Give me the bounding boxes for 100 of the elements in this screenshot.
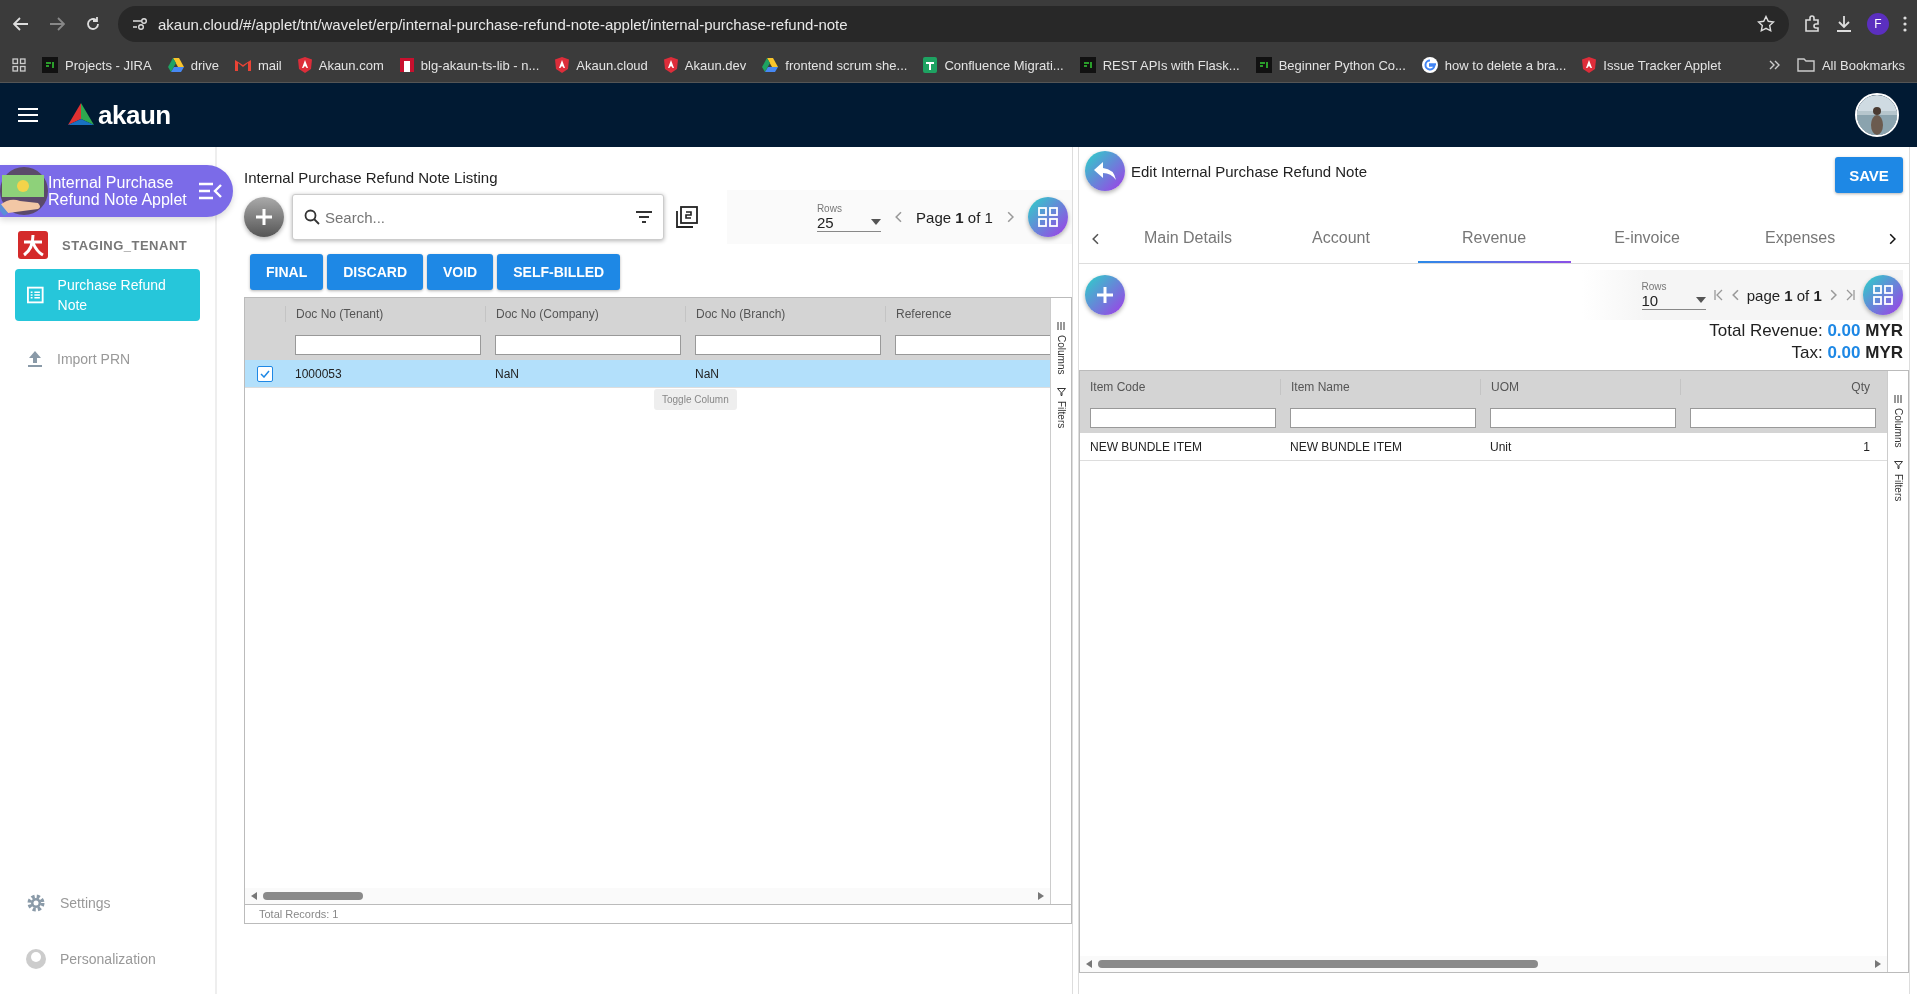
column-filter-field[interactable] <box>895 335 1050 355</box>
person-icon <box>26 949 46 969</box>
menu-icon[interactable] <box>18 107 38 123</box>
all-bookmarks-link[interactable]: All Bookmarks <box>1796 57 1905 73</box>
scroll-right-icon[interactable] <box>1038 892 1044 900</box>
column-header[interactable]: Doc No (Branch) <box>685 306 885 322</box>
toggle-column-icon[interactable] <box>676 206 698 228</box>
bookmark-link[interactable]: Issue Tracker Applet <box>1582 57 1722 73</box>
table-row[interactable]: NEW BUNDLE ITEM NEW BUNDLE ITEM Unit 1 <box>1080 433 1887 461</box>
bookmark-link[interactable]: Projects - JIRA <box>42 57 152 73</box>
column-filter-field[interactable] <box>1490 408 1676 428</box>
action-button[interactable]: VOID <box>427 254 494 290</box>
layout-button[interactable] <box>1028 197 1068 237</box>
table-cell: Unit <box>1490 439 1512 454</box>
action-button[interactable]: FINAL <box>250 254 324 290</box>
rows-select[interactable]: Rows 25 <box>816 202 881 232</box>
table-cell: 1 <box>1863 439 1870 454</box>
scroll-left-icon[interactable] <box>251 892 257 900</box>
save-button[interactable]: SAVE <box>1835 157 1903 193</box>
column-filter-field[interactable] <box>695 335 881 355</box>
search-field[interactable]: Search... <box>292 194 664 240</box>
back-icon[interactable] <box>13 17 29 31</box>
download-icon[interactable] <box>1835 15 1853 33</box>
side-panel-tab[interactable]: Columns <box>1892 395 1904 448</box>
shield-icon <box>297 57 312 73</box>
bookmark-link[interactable]: mail <box>234 57 282 73</box>
side-panel-tab[interactable]: Columns <box>1055 322 1067 375</box>
row-checkbox[interactable] <box>257 365 273 382</box>
puzzle-icon[interactable] <box>1803 15 1821 33</box>
horizontal-scrollbar[interactable] <box>245 888 1050 904</box>
editor-title: Edit Internal Purchase Refund Note <box>1131 163 1367 180</box>
rows-select[interactable]: Rows 10 <box>1641 280 1706 310</box>
next-page-icon[interactable] <box>1829 289 1837 301</box>
column-header[interactable]: Doc No (Tenant) <box>285 306 485 322</box>
action-button[interactable]: DISCARD <box>327 254 423 290</box>
bookmark-link[interactable]: Akaun.cloud <box>555 57 648 73</box>
add-button[interactable] <box>1085 275 1125 315</box>
previous-page-icon[interactable] <box>1731 289 1739 301</box>
tab[interactable]: E-invoice <box>1570 214 1724 263</box>
back-button[interactable] <box>1085 151 1125 191</box>
scroll-left-icon[interactable] <box>1086 960 1092 968</box>
site-settings-icon <box>132 17 148 31</box>
forward-icon[interactable] <box>49 17 65 31</box>
sheet-icon <box>923 57 938 73</box>
column-filter-field[interactable] <box>1090 408 1276 428</box>
bookmark-link[interactable]: Akaun.com <box>297 57 384 73</box>
last-page-icon[interactable] <box>1845 289 1855 301</box>
columns-icon <box>1894 395 1902 403</box>
bookmark-link[interactable]: REST APIs with Flask... <box>1079 57 1240 73</box>
bookmark-link[interactable]: how to delete a bra... <box>1421 57 1567 73</box>
column-header[interactable]: Qty <box>1680 379 1880 395</box>
chevron-left-icon[interactable] <box>1091 232 1099 245</box>
column-header[interactable]: Item Name <box>1280 379 1480 395</box>
first-page-icon[interactable] <box>1713 289 1724 301</box>
side-panel-tab[interactable]: Filters <box>1892 461 1904 502</box>
plus-icon <box>254 207 274 227</box>
tab[interactable]: Main Details <box>1111 214 1265 263</box>
terminal-icon <box>1255 57 1272 73</box>
caret-icon <box>870 219 881 225</box>
menu-icon[interactable] <box>1903 16 1907 32</box>
column-filter-field[interactable] <box>295 335 481 355</box>
bookmark-link[interactable]: Beginner Python Co... <box>1255 57 1406 73</box>
bookmark-link[interactable]: blg-akaun-ts-lib - n... <box>399 57 540 73</box>
triangle-icon <box>167 58 184 72</box>
column-header[interactable]: UOM <box>1480 379 1680 395</box>
column-filter-field[interactable] <box>1290 408 1476 428</box>
shield-icon <box>555 57 570 73</box>
column-header[interactable]: Doc No (Company) <box>485 306 685 322</box>
tab[interactable]: Revenue <box>1417 214 1571 263</box>
column-header[interactable]: Item Code <box>1080 379 1280 395</box>
previous-page-icon[interactable] <box>894 211 903 223</box>
chevron-icon[interactable] <box>1768 60 1781 70</box>
bookmark-link[interactable]: frontend scrum she... <box>762 57 908 73</box>
column-filter-field[interactable] <box>1690 408 1876 428</box>
address-bar[interactable]: akaun.cloud/#/applet/tnt/wavelet/erp/internal-purchase-refund-note-applet/internal-purchase-refund-note <box>118 6 1789 42</box>
action-button[interactable]: SELF-BILLED <box>497 254 621 290</box>
tab[interactable]: Expenses <box>1723 214 1877 263</box>
tenant-logo-icon <box>18 231 48 259</box>
filter-icon[interactable] <box>636 211 652 223</box>
reload-icon[interactable] <box>85 16 101 32</box>
profile-avatar[interactable]: F <box>1867 13 1889 35</box>
chevron-right-icon[interactable] <box>1889 232 1897 245</box>
bookmark-link[interactable]: Confluence Migrati... <box>923 57 1064 73</box>
total-line: Tax: 0.00 MYR <box>1790 342 1904 364</box>
next-page-icon[interactable] <box>1006 211 1014 223</box>
apps-icon[interactable] <box>12 58 26 72</box>
side-panel-tab[interactable]: Filters <box>1055 388 1067 429</box>
table-cell: NEW BUNDLE ITEM <box>1290 439 1402 454</box>
page-indicator: page 1 of 1 <box>1746 286 1822 304</box>
star-icon[interactable] <box>1757 15 1775 33</box>
table-row[interactable]: 1000053 NaN NaN <box>245 360 1050 388</box>
horizontal-scrollbar[interactable] <box>1080 956 1887 972</box>
scroll-right-icon[interactable] <box>1875 960 1881 968</box>
layout-button[interactable] <box>1863 275 1903 315</box>
bookmark-link[interactable]: drive <box>167 57 219 73</box>
collapse-menu-icon[interactable] <box>199 182 223 200</box>
tab[interactable]: Account <box>1264 214 1418 263</box>
column-filter-field[interactable] <box>495 335 681 355</box>
bookmark-link[interactable]: Akaun.dev <box>663 57 747 73</box>
add-button[interactable] <box>244 197 284 237</box>
